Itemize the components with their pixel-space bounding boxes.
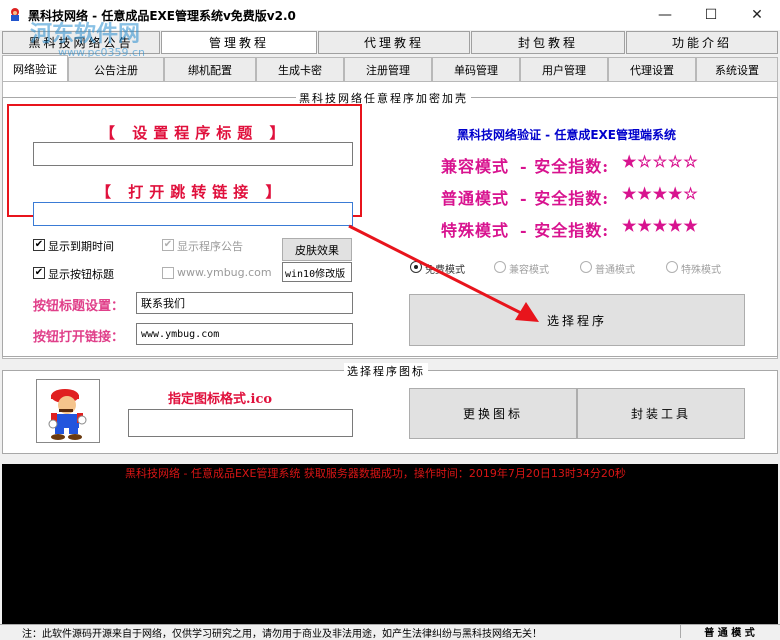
button-link-input[interactable]: www.ymbug.com xyxy=(136,323,353,345)
program-icon-preview[interactable] xyxy=(36,379,100,443)
radio-normal-mode-label: 普通模式 xyxy=(595,265,635,276)
mode-special-stars: ★★★★★ xyxy=(622,216,699,235)
button-link-label: 按钮打开链接： xyxy=(33,330,125,345)
log-message: 黑科技网络 - 任意成品EXE管理系统 获取服务器数据成功，操作时间：2019年… xyxy=(125,467,626,480)
program-title-input[interactable] xyxy=(33,142,353,166)
icon-group-label: 选择程序图标 xyxy=(344,363,428,379)
close-button[interactable]: ✕ xyxy=(734,0,780,30)
mode-normal-name: 普通模式 xyxy=(441,189,510,208)
show-button-title-label: 显示按钮标题 xyxy=(48,268,114,281)
mario-icon xyxy=(48,389,87,440)
mode-compat-name: 兼容模式 xyxy=(441,157,510,176)
mode-compat-label: - 安全指数: xyxy=(520,157,610,176)
tab-agent-tutorial[interactable]: 代理教程 xyxy=(318,31,470,54)
change-icon-button[interactable]: 更换图标 xyxy=(409,388,577,439)
show-notice-label: 显示程序公告 xyxy=(177,240,243,253)
brand-line: 黑科技网络验证 - 任意成EXE管理端系统 xyxy=(457,128,676,142)
button-title-input[interactable]: 联系我们 xyxy=(136,292,353,314)
subtab-generate-card[interactable]: 生成卡密 xyxy=(256,57,344,81)
show-expiry-label: 显示到期时间 xyxy=(48,240,114,253)
mode-normal-label: - 安全指数: xyxy=(520,189,610,208)
show-expiry-checkbox[interactable]: ✔ xyxy=(33,239,45,251)
subtab-register-manage[interactable]: 注册管理 xyxy=(344,57,432,81)
radio-normal-mode[interactable] xyxy=(580,261,592,273)
subtab-bind-config[interactable]: 绑机配置 xyxy=(164,57,256,81)
mode-normal-stars: ★★★★☆ xyxy=(622,184,699,203)
subtab-agent-settings[interactable]: 代理设置 xyxy=(608,57,696,81)
app-mascot-icon xyxy=(6,6,24,24)
mode-compat-stars: ★☆☆☆☆ xyxy=(622,152,699,171)
ymbug-checkbox[interactable] xyxy=(162,267,174,279)
tab-feature-intro[interactable]: 功能介绍 xyxy=(626,31,778,54)
subtab-single-code[interactable]: 单码管理 xyxy=(432,57,520,81)
set-title-label: 【 设置程序标题 】 xyxy=(100,124,291,142)
button-title-label: 按钮标题设置： xyxy=(33,299,125,314)
jump-link-input[interactable] xyxy=(33,202,353,226)
show-notice-checkbox[interactable]: ✔ xyxy=(162,239,174,251)
tab-management-tutorial[interactable]: 管理教程 xyxy=(161,31,317,54)
subtab-network-verify[interactable]: 网络验证 xyxy=(2,55,68,82)
tab-packet-tutorial[interactable]: 封包教程 xyxy=(471,31,625,54)
skin-effect-button[interactable]: 皮肤效果 xyxy=(282,238,352,261)
status-mode: 普 通 模 式 xyxy=(680,624,778,639)
show-button-title-checkbox[interactable]: ✔ xyxy=(33,267,45,279)
open-link-label: 【 打开跳转链接 】 xyxy=(96,183,287,201)
subtab-notice-register[interactable]: 公告注册 xyxy=(68,57,164,81)
annotation-arrow-icon xyxy=(348,224,539,322)
skin-select[interactable]: win10修改版 xyxy=(282,262,352,282)
icon-format-hint: 指定图标格式.ico xyxy=(168,392,273,407)
maximize-button[interactable]: ☐ xyxy=(688,0,734,30)
watermark-brand: 河东软件网 xyxy=(30,21,141,47)
log-console xyxy=(2,464,778,624)
pack-tool-button[interactable]: 封装工具 xyxy=(577,388,745,439)
radio-special-mode[interactable] xyxy=(666,261,678,273)
subtab-user-manage[interactable]: 用户管理 xyxy=(520,57,608,81)
minimize-button[interactable]: — xyxy=(642,0,688,30)
icon-path-input[interactable] xyxy=(128,409,353,437)
subtab-system-settings[interactable]: 系统设置 xyxy=(696,57,778,81)
radio-special-mode-label: 特殊模式 xyxy=(681,265,721,276)
ymbug-label: www.ymbug.com xyxy=(177,266,272,279)
